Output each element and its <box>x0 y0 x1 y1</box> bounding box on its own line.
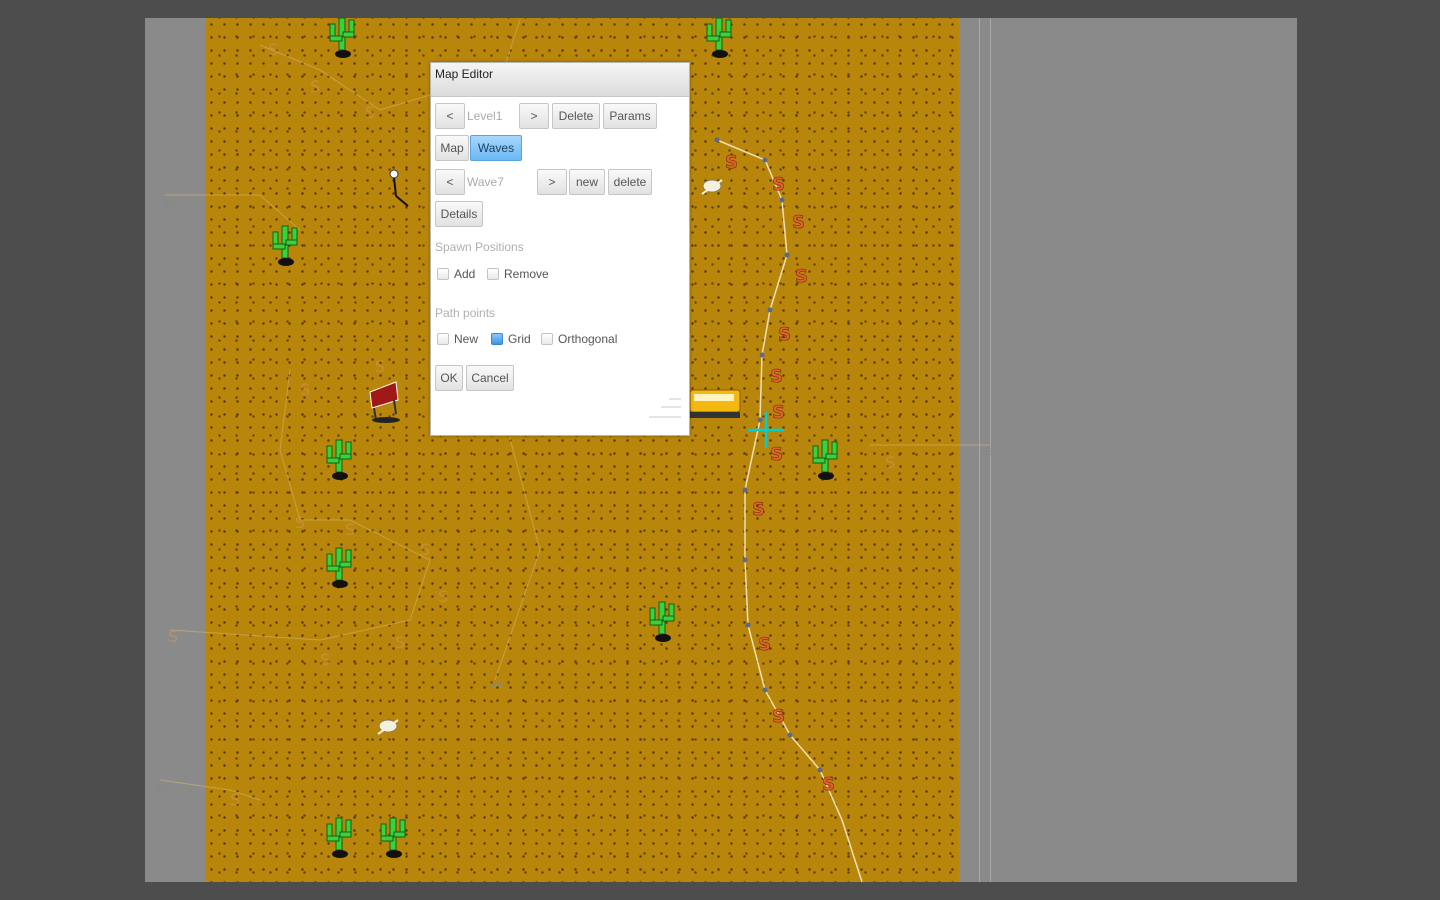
svg-text:S: S <box>778 324 791 345</box>
level-next-button[interactable]: > <box>519 103 549 129</box>
wave-prev-button[interactable]: < <box>435 169 465 195</box>
path-points-label: Path points <box>435 306 496 320</box>
details-button[interactable]: Details <box>435 201 483 227</box>
svg-text:S: S <box>758 634 771 655</box>
skull-icon <box>700 176 726 203</box>
map-editor-dialog[interactable]: Map Editor < Level1 > Delete Params Map … <box>430 62 690 436</box>
svg-text:S: S <box>310 77 320 96</box>
ok-button[interactable]: OK <box>435 365 463 391</box>
level-prev-button[interactable]: < <box>435 103 465 129</box>
checkbox-box[interactable] <box>487 268 499 280</box>
lamp-icon <box>386 168 416 217</box>
svg-text:S: S <box>230 790 240 809</box>
checkbox-box[interactable] <box>541 333 553 345</box>
svg-text:S: S <box>268 40 278 59</box>
checkbox-box[interactable] <box>437 268 449 280</box>
bus-icon <box>688 386 744 427</box>
wave-new-button[interactable]: new <box>569 169 605 195</box>
cactus-icon <box>322 436 356 482</box>
svg-text:S: S <box>168 627 178 646</box>
wave-value: Wave7 <box>467 175 504 189</box>
svg-text:w4: w4 <box>490 681 503 691</box>
cactus-icon <box>702 14 736 60</box>
sign-icon <box>366 378 404 429</box>
svg-text:S: S <box>345 520 355 539</box>
svg-text:S: S <box>375 357 385 376</box>
spawn-add-label: Add <box>454 267 476 281</box>
checkbox-box[interactable] <box>437 333 449 345</box>
path-grid-label: Grid <box>508 332 531 346</box>
svg-text:S: S <box>365 103 375 122</box>
path-new-label: New <box>454 332 479 346</box>
svg-text:S: S <box>822 774 835 795</box>
cactus-icon <box>268 222 302 268</box>
svg-text:S: S <box>320 650 330 669</box>
level-params-button[interactable]: Params <box>603 103 657 129</box>
spawn-remove-checkbox[interactable]: Remove <box>487 267 549 281</box>
path-grid-checkbox[interactable]: Grid <box>491 332 531 346</box>
svg-text:S: S <box>795 266 808 287</box>
svg-text:S: S <box>772 706 785 727</box>
svg-text:w1: w1 <box>163 200 176 210</box>
cactus-icon <box>645 598 679 644</box>
svg-text:S: S <box>752 499 765 520</box>
spawn-remove-label: Remove <box>504 267 549 281</box>
checkbox-box-checked[interactable] <box>491 333 503 345</box>
level-delete-button[interactable]: Delete <box>552 103 600 129</box>
cactus-icon <box>322 814 356 860</box>
svg-text:S: S <box>300 380 310 399</box>
svg-text:S: S <box>770 366 783 387</box>
svg-text:S: S <box>725 152 738 173</box>
tab-map[interactable]: Map <box>435 135 469 161</box>
svg-text:S: S <box>792 212 805 233</box>
svg-text:S: S <box>772 174 785 195</box>
svg-text:S: S <box>770 444 783 465</box>
path-orthogonal-label: Orthogonal <box>558 332 618 346</box>
svg-text:S: S <box>420 540 430 559</box>
map-overlay: SSS SSS SSS SSS SSS SSS SSS SSS SS w1w4 … <box>155 19 993 883</box>
path-orthogonal-checkbox[interactable]: Orthogonal <box>541 332 617 346</box>
cactus-icon <box>325 14 359 60</box>
tab-waves[interactable]: Waves <box>470 135 522 161</box>
cactus-icon <box>322 544 356 590</box>
level-value: Level1 <box>467 109 503 123</box>
dialog-title: Map Editor <box>435 67 494 81</box>
svg-text:S: S <box>772 402 785 423</box>
dialog-titlebar[interactable]: Map Editor <box>431 63 689 97</box>
spawn-positions-label: Spawn Positions <box>435 240 524 254</box>
path-new-checkbox[interactable]: New <box>437 332 478 346</box>
path-points[interactable] <box>714 137 823 773</box>
svg-text:w2: w2 <box>155 785 168 795</box>
spawn-add-checkbox[interactable]: Add <box>437 267 475 281</box>
cactus-icon <box>376 814 410 860</box>
svg-text:w5: w5 <box>980 448 993 458</box>
active-path[interactable] <box>716 139 863 883</box>
wave-next-button[interactable]: > <box>537 169 567 195</box>
skull-icon <box>376 716 402 743</box>
svg-text:S: S <box>395 633 405 652</box>
wave-delete-button[interactable]: delete <box>608 169 652 195</box>
cancel-button[interactable]: Cancel <box>466 365 514 391</box>
svg-text:S: S <box>295 513 305 532</box>
svg-text:S: S <box>885 453 895 472</box>
svg-text:S: S <box>438 587 448 606</box>
cactus-icon <box>808 436 842 482</box>
resize-grip-icon[interactable] <box>647 395 683 425</box>
